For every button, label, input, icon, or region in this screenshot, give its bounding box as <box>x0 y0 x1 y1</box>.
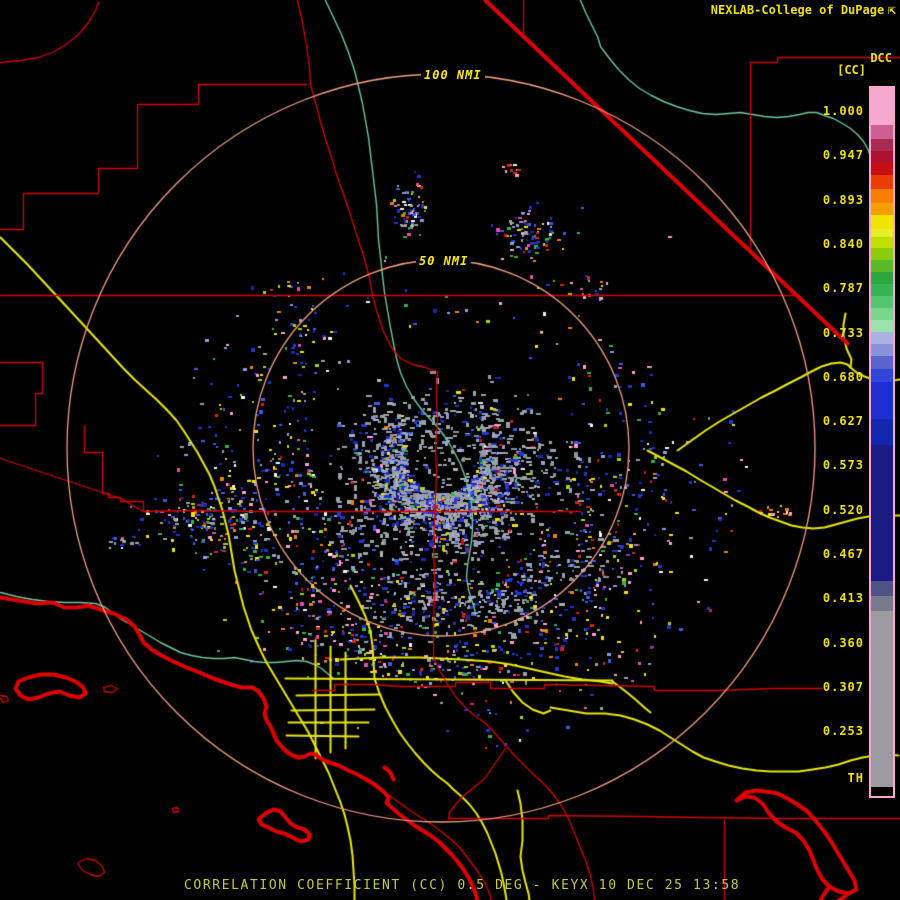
colorbar-tick-label: 0.893 <box>822 192 864 207</box>
colorbar-segment <box>871 272 893 284</box>
colorbar-threshold-label: TH <box>847 771 864 785</box>
colorbar-segment <box>871 382 893 419</box>
colorbar-segment <box>871 125 893 139</box>
colorbar-segment <box>871 215 893 229</box>
colorbar-segment <box>871 229 893 237</box>
page-title: NEXLAB-College of DuPage ⇱ <box>711 3 896 18</box>
colorbar-tick-label: 0.413 <box>822 591 864 606</box>
colorbar-segment <box>871 320 893 332</box>
colorbar-segment <box>871 189 893 203</box>
colorbar-segment <box>871 356 893 369</box>
colorbar-segment <box>871 260 893 272</box>
colorbar-tick-label: 0.627 <box>822 414 864 429</box>
colorbar-segment <box>871 369 893 382</box>
colorbar-segment <box>871 203 893 215</box>
colorbar-tick-label: 1.000 <box>822 104 864 118</box>
colorbar-segment <box>871 344 893 356</box>
title-text: NEXLAB-College of DuPage <box>710 3 885 17</box>
colorbar-segment <box>871 596 893 611</box>
colorbar-tick-label: 0.360 <box>822 635 864 650</box>
range-ring-label-50nmi: 50 NMI <box>416 254 472 268</box>
colorbar-tick-label: 0.467 <box>822 547 864 561</box>
colorbar-tick-label: 0.573 <box>822 458 864 473</box>
colorbar-segment <box>871 787 893 795</box>
colorbar-tick-label: 0.787 <box>822 281 864 296</box>
colorbar-tick-label: 0.947 <box>822 148 864 163</box>
colorbar <box>869 86 895 798</box>
colorbar-tick-label: 0.520 <box>822 502 864 517</box>
colorbar-segment <box>871 308 893 320</box>
radar-display: NEXLAB-College of DuPage ⇱ DCC [CC] 1.000… <box>0 0 900 900</box>
colorbar-tick-label: 0.307 <box>822 679 864 694</box>
colorbar-segment <box>871 88 893 125</box>
range-ring-label-100nmi: 100 NMI <box>421 68 485 82</box>
colorbar-segment <box>871 139 893 151</box>
colorbar-tick-label: 0.733 <box>822 325 864 340</box>
colorbar-tick-label: 0.680 <box>822 369 864 384</box>
product-unit-label: [CC] <box>837 63 866 77</box>
colorbar-segment <box>871 237 893 248</box>
colorbar-segment <box>871 163 893 175</box>
colorbar-tick-label: 0.253 <box>822 724 864 739</box>
colorbar-segment <box>871 419 893 445</box>
colorbar-segment <box>871 581 893 596</box>
colorbar-tick-label: 0.840 <box>822 236 864 251</box>
colorbar-segment <box>871 248 893 260</box>
colorbar-segment <box>871 611 893 787</box>
colorbar-segment <box>871 332 893 344</box>
product-caption: CORRELATION COEFFICIENT (CC) 0.5 DEG - K… <box>184 878 741 893</box>
colorbar-segment <box>871 175 893 189</box>
radar-map-canvas <box>0 0 900 900</box>
corner-arrow-icon: ⇱ <box>888 3 896 18</box>
colorbar-segment <box>871 151 893 163</box>
colorbar-segment <box>871 445 893 581</box>
colorbar-segment <box>871 296 893 308</box>
product-label: DCC <box>870 51 892 65</box>
colorbar-segment <box>871 284 893 296</box>
